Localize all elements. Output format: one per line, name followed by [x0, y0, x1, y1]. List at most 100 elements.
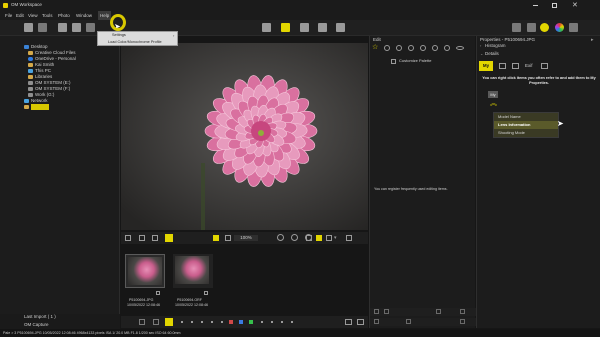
help-icon[interactable] — [569, 23, 578, 32]
single-view-icon[interactable] — [281, 23, 290, 32]
tab-exif[interactable]: Exif — [525, 63, 533, 69]
rating-filter-icon[interactable] — [153, 319, 159, 325]
menu-file[interactable]: File — [5, 11, 12, 20]
help-menu-item-load-profile[interactable]: Load Color/Monochrome Profile — [108, 39, 162, 45]
close-icon[interactable]: ✕ — [572, 1, 578, 10]
drive-icon — [28, 87, 33, 91]
color-label-icon[interactable] — [239, 320, 243, 324]
properties-panel: Properties - P5100694.JPG ▸ › Histogram … — [476, 36, 600, 328]
details-chevron-icon[interactable]: ⌄ — [480, 51, 483, 57]
reset-icon[interactable] — [436, 309, 441, 314]
histogram-chevron-icon[interactable]: › — [480, 43, 481, 49]
user-folder-icon — [28, 63, 33, 67]
tool-icon[interactable] — [384, 45, 390, 51]
color-wheel-icon[interactable] — [555, 23, 564, 32]
histogram-section[interactable]: Histogram — [485, 43, 506, 49]
save-icon[interactable] — [512, 23, 521, 32]
layers-icon[interactable] — [374, 319, 379, 324]
grid-icon[interactable] — [326, 235, 332, 241]
copy-icon[interactable] — [345, 319, 352, 325]
tool-icon[interactable] — [396, 45, 402, 51]
thumbnail-card[interactable] — [173, 254, 213, 288]
thumbnail-card[interactable] — [125, 254, 165, 288]
customize-palette-button[interactable]: Customize Palette — [399, 58, 431, 64]
select-checkbox[interactable] — [204, 291, 208, 295]
map-view-icon[interactable] — [318, 23, 327, 32]
dropdown-icon[interactable]: ▾ — [334, 235, 337, 241]
info-icon[interactable] — [540, 23, 549, 32]
thumbnail-date: 10/05/2022 12:08:46 — [127, 303, 160, 307]
import-icon[interactable] — [24, 23, 33, 32]
undo-icon[interactable] — [374, 309, 379, 314]
paste-icon[interactable] — [357, 319, 364, 325]
frame-icon[interactable] — [306, 235, 312, 241]
menu-edit[interactable]: Edit — [16, 11, 24, 20]
loupe-icon[interactable] — [213, 235, 219, 241]
minimize-icon[interactable] — [533, 5, 538, 6]
highlight-warning-icon[interactable] — [316, 235, 322, 241]
edit-panel-title: Edit — [373, 37, 381, 42]
app-logo-icon — [3, 3, 8, 8]
details-section[interactable]: Details — [485, 51, 499, 57]
customize-palette-icon[interactable] — [391, 59, 396, 64]
redo-icon[interactable] — [384, 309, 389, 314]
filter-icon[interactable] — [72, 23, 81, 32]
grid-view-icon[interactable] — [262, 23, 271, 32]
compare-view-icon[interactable] — [300, 23, 309, 32]
save-icon[interactable] — [460, 309, 465, 314]
tab-camera-icon[interactable] — [499, 63, 506, 69]
list-item-shooting-mode[interactable]: Shooting Mode — [494, 129, 558, 137]
crop-icon[interactable] — [139, 235, 145, 241]
zoom-in-icon[interactable] — [277, 234, 284, 241]
help-menu-item-settings[interactable]: Settings — [112, 32, 126, 38]
list-item-lens-information[interactable]: Lens Information — [494, 121, 558, 129]
color-label-icon[interactable] — [249, 320, 253, 324]
af-icon[interactable] — [165, 318, 173, 326]
transfer-icon[interactable] — [38, 23, 47, 32]
tool-icon[interactable] — [444, 45, 450, 51]
tool-icon[interactable] — [408, 45, 414, 51]
rotate-icon[interactable] — [86, 23, 95, 32]
cloud-icon — [28, 57, 33, 61]
menu-view[interactable]: View — [28, 11, 38, 20]
af-icon[interactable] — [165, 234, 173, 242]
tab-my[interactable]: My — [479, 61, 493, 71]
properties-tabs: My Exif — [479, 61, 595, 71]
rotate-icon[interactable] — [152, 235, 158, 241]
menu-help[interactable]: Help — [98, 11, 112, 20]
color-label-icon[interactable] — [229, 320, 233, 324]
menu-photo[interactable]: Photo — [58, 11, 70, 20]
zoom-level[interactable]: 100% — [234, 235, 258, 241]
maximize-icon[interactable] — [552, 3, 557, 8]
list-item-model-name[interactable]: Model Name — [494, 113, 558, 121]
tab-gps-icon[interactable] — [541, 63, 548, 69]
click-highlight-ring — [110, 14, 126, 31]
zoom-out-icon[interactable] — [291, 234, 298, 241]
fit-icon[interactable] — [125, 235, 131, 241]
tool-icon[interactable] — [420, 45, 426, 51]
fullscreen-icon[interactable] — [346, 235, 352, 241]
select-checkbox[interactable] — [156, 291, 160, 295]
submenu-arrow-icon: › — [173, 33, 175, 38]
last-import-item[interactable]: Last Import ( 1 ) — [0, 314, 120, 321]
viewer-toolbar: 100% ▾ — [121, 232, 368, 244]
tool-icon[interactable] — [432, 45, 438, 51]
menu-window[interactable]: Window — [76, 11, 92, 20]
export-icon[interactable] — [460, 319, 465, 324]
folder-blue-icon — [24, 45, 29, 49]
funnel-icon[interactable] — [527, 23, 536, 32]
filmstrip-view-icon[interactable] — [336, 23, 345, 32]
tab-image-icon[interactable] — [512, 63, 519, 69]
sort-icon[interactable] — [139, 319, 145, 325]
history-icon[interactable] — [406, 319, 411, 324]
compare-icon[interactable] — [225, 235, 231, 241]
collapse-icon[interactable]: ▸ — [591, 37, 594, 43]
om-capture-item[interactable]: OM Capture — [0, 321, 120, 329]
menu-tools[interactable]: Tools — [42, 11, 53, 20]
eye-icon[interactable] — [456, 46, 464, 50]
selected-folder-highlight — [31, 104, 49, 110]
image-viewer[interactable] — [121, 43, 368, 230]
sort-icon[interactable] — [58, 23, 67, 32]
star-icon[interactable]: ☆ — [372, 44, 378, 52]
menu-bar: File Edit View Tools Photo Window Help — [0, 11, 600, 20]
